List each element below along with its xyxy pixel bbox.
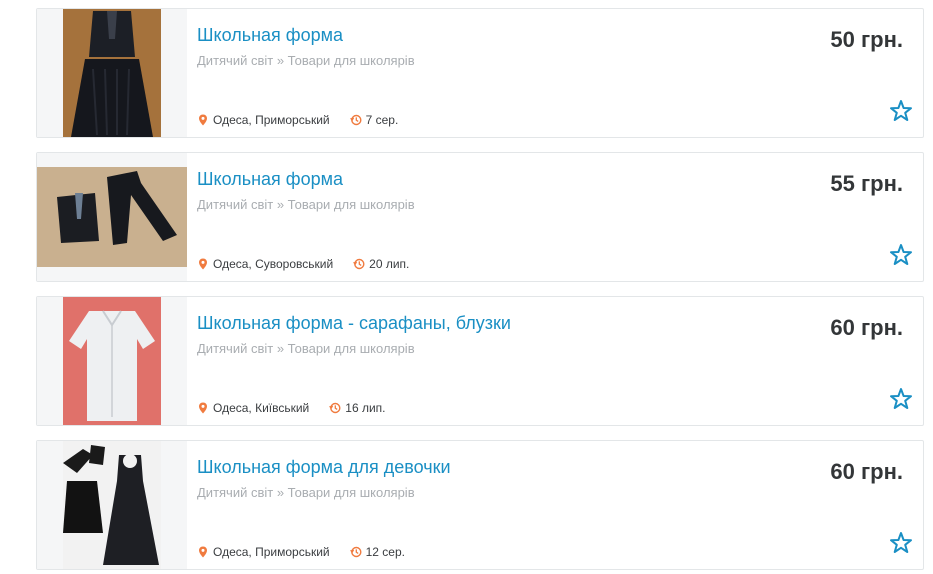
listings-list: Школьная форма Дитячий світ » Товари для… — [0, 0, 933, 574]
listing-thumbnail[interactable] — [37, 441, 187, 569]
location-pin-icon — [199, 402, 207, 414]
favorite-star-icon[interactable] — [889, 243, 913, 267]
favorite-star-icon[interactable] — [889, 531, 913, 555]
listing-category[interactable]: Дитячий світ » Товари для школярів — [197, 53, 415, 68]
listing-title[interactable]: Школьная форма для девочки — [197, 457, 451, 478]
favorite-star-icon[interactable] — [889, 387, 913, 411]
vest-and-skirt-image — [63, 9, 161, 137]
vest-and-trousers-image — [37, 167, 187, 267]
white-blouse-image — [63, 297, 161, 425]
listing-card[interactable]: Школьная форма для девочки Дитячий світ … — [36, 440, 924, 570]
location-pin-icon — [199, 546, 207, 558]
listing-card[interactable]: Школьная форма Дитячий світ » Товари для… — [36, 8, 924, 138]
location-pin-icon — [199, 258, 207, 270]
location-pin-icon — [199, 114, 207, 126]
listing-price: 60 грн. — [830, 315, 903, 340]
listing-thumbnail[interactable] — [37, 297, 187, 425]
listing-meta: Одеса, Київський 16 лип. — [197, 401, 385, 415]
listing-title[interactable]: Школьная форма — [197, 25, 343, 46]
listing-card[interactable]: Школьная форма - сарафаны, блузки Дитячи… — [36, 296, 924, 426]
listing-location: Одеса, Приморський — [213, 545, 330, 559]
listing-title[interactable]: Школьная форма - сарафаны, блузки — [197, 313, 511, 334]
listing-date: 16 лип. — [345, 401, 386, 415]
listing-price: 50 грн. — [830, 27, 903, 52]
listing-date: 12 сер. — [365, 545, 405, 559]
listing-title[interactable]: Школьная форма — [197, 169, 343, 190]
favorite-star-icon[interactable] — [889, 99, 913, 123]
listing-date: 20 лип. — [369, 257, 410, 271]
listing-price: 55 грн. — [830, 171, 903, 196]
listing-category[interactable]: Дитячий світ » Товари для школярів — [197, 485, 415, 500]
girl-dress-set-image — [63, 441, 161, 569]
listing-card[interactable]: Школьная форма Дитячий світ » Товари для… — [36, 152, 924, 282]
listing-meta: Одеса, Приморський 12 сер. — [197, 545, 405, 559]
listing-location: Одеса, Суворовський — [213, 257, 334, 271]
listing-location: Одеса, Приморський — [213, 113, 330, 127]
history-clock-icon — [329, 402, 341, 414]
history-clock-icon — [353, 258, 365, 270]
listing-location: Одеса, Київський — [213, 401, 310, 415]
listing-meta: Одеса, Приморський 7 сер. — [197, 113, 398, 127]
listing-meta: Одеса, Суворовський 20 лип. — [197, 257, 409, 271]
listing-date: 7 сер. — [365, 113, 399, 127]
listing-category[interactable]: Дитячий світ » Товари для школярів — [197, 197, 415, 212]
listing-category[interactable]: Дитячий світ » Товари для школярів — [197, 341, 415, 356]
history-clock-icon — [349, 546, 362, 558]
listing-thumbnail[interactable] — [37, 153, 187, 281]
listing-thumbnail[interactable] — [37, 9, 187, 137]
history-clock-icon — [349, 114, 362, 126]
listing-price: 60 грн. — [830, 459, 903, 484]
